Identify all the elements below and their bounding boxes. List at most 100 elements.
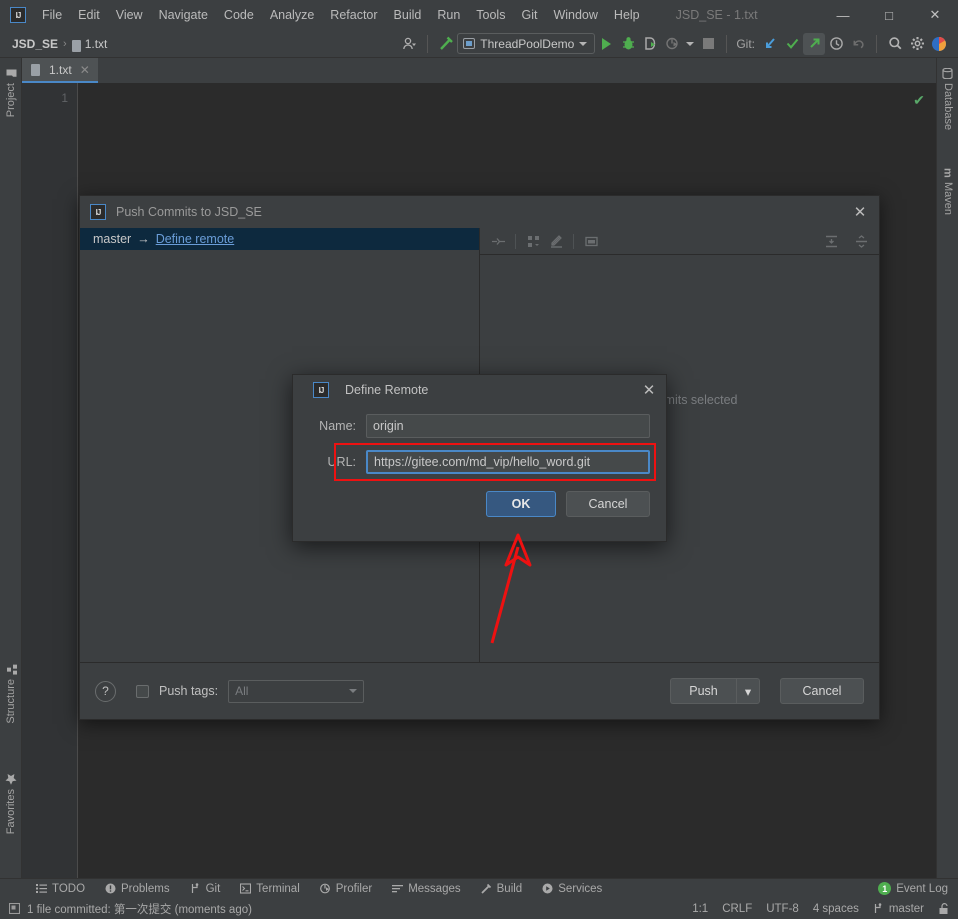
menu-help[interactable]: Help [606, 4, 648, 26]
indent-setting[interactable]: 4 spaces [813, 903, 859, 915]
database-icon [942, 67, 954, 80]
push-button[interactable]: Push [670, 678, 736, 704]
menu-build[interactable]: Build [386, 4, 430, 26]
define-remote-cancel-button[interactable]: Cancel [566, 491, 650, 517]
chevron-down-icon [349, 689, 358, 693]
profile-icon[interactable] [661, 33, 683, 55]
push-dialog-title-bar: IJ Push Commits to JSD_SE ✕ [80, 196, 879, 228]
sidebar-item-project[interactable]: Project [0, 64, 22, 121]
caret-position[interactable]: 1:1 [692, 903, 708, 915]
run-icon[interactable] [595, 33, 617, 55]
menu-edit[interactable]: Edit [70, 4, 108, 26]
push-cancel-button[interactable]: Cancel [780, 678, 864, 704]
editor-tab-1txt[interactable]: 1.txt ✕ [22, 58, 98, 83]
tool-window-label: Build [496, 882, 523, 895]
breadcrumb-project[interactable]: JSD_SE [12, 37, 58, 51]
editor-gutter: 1 [22, 83, 78, 878]
menu-refactor[interactable]: Refactor [322, 4, 385, 26]
run-config-label: ThreadPoolDemo [480, 36, 575, 51]
terminal-icon [240, 883, 252, 894]
settings-gear-icon[interactable] [906, 33, 928, 55]
search-everywhere-icon[interactable] [884, 33, 906, 55]
stop-icon [697, 33, 719, 55]
tool-window-terminal[interactable]: Terminal [230, 879, 309, 899]
git-toolbar-label: Git: [736, 36, 755, 51]
diff-toolbar [480, 228, 879, 255]
close-icon[interactable]: ✕ [849, 201, 871, 223]
menu-code[interactable]: Code [216, 4, 262, 26]
intellij-window: IJ File Edit View Navigate Code Analyze … [0, 0, 958, 919]
push-tags-value: All [235, 684, 249, 698]
remote-url-input[interactable]: https://gitee.com/md_vip/hello_word.git [366, 450, 650, 474]
push-tags-select[interactable]: All [228, 679, 365, 703]
debug-icon[interactable] [617, 33, 639, 55]
menu-git[interactable]: Git [513, 4, 545, 26]
menu-view[interactable]: View [108, 4, 151, 26]
file-icon [71, 39, 81, 52]
branch-source-label: master [93, 232, 132, 246]
profile-dropdown-icon[interactable] [683, 33, 697, 55]
close-icon[interactable]: ✕ [638, 379, 660, 401]
structure-icon [6, 664, 17, 676]
close-tab-icon[interactable]: ✕ [80, 63, 90, 77]
menu-run[interactable]: Run [429, 4, 468, 26]
history-icon[interactable] [825, 33, 847, 55]
tool-window-label: Services [558, 882, 603, 895]
event-log-button[interactable]: 1 Event Log [868, 879, 958, 899]
folder-icon [6, 68, 17, 79]
run-with-coverage-icon[interactable] [639, 33, 661, 55]
navigation-toolbar: JSD_SE › 1.txt ThreadPoolDemo Git: [0, 30, 958, 58]
tool-window-todo[interactable]: TODO [26, 879, 95, 899]
tool-window-profiler[interactable]: Profiler [310, 879, 382, 899]
breadcrumb-file[interactable]: 1.txt [85, 37, 108, 51]
menu-navigate[interactable]: Navigate [151, 4, 216, 26]
sidebar-item-database[interactable]: Database [937, 64, 958, 134]
status-message: 1 file committed: 第一次提交 (moments ago) [27, 903, 252, 916]
run-configuration-selector[interactable]: ThreadPoolDemo [457, 33, 596, 54]
git-push-icon[interactable] [803, 32, 825, 55]
tool-window-label: Profiler [335, 882, 373, 895]
menu-file[interactable]: File [34, 4, 70, 26]
help-button[interactable]: ? [95, 680, 116, 702]
account-icon[interactable] [928, 33, 950, 55]
menu-analyze[interactable]: Analyze [262, 4, 322, 26]
menu-window[interactable]: Window [545, 4, 605, 26]
unlocked-icon[interactable] [938, 903, 949, 914]
maximize-button[interactable]: □ [866, 0, 912, 30]
line-separator[interactable]: CRLF [722, 903, 752, 915]
ok-button[interactable]: OK [486, 491, 556, 517]
push-dropdown-button[interactable]: ▾ [736, 678, 760, 704]
push-tags-checkbox[interactable] [136, 684, 149, 698]
inspection-status-icon[interactable]: ✔ [910, 91, 928, 109]
sidebar-item-structure[interactable]: Structure [0, 660, 22, 728]
branch-row[interactable]: master → Define remote [80, 228, 479, 250]
app-logo-icon: IJ [10, 7, 26, 23]
run-config-icon [463, 38, 476, 49]
tool-window-problems[interactable]: Problems [95, 879, 180, 899]
define-remote-link[interactable]: Define remote [156, 232, 235, 246]
tool-window-services[interactable]: Services [532, 879, 612, 899]
push-tags-label: Push tags: [159, 684, 219, 698]
sidebar-item-favorites[interactable]: Favorites [0, 770, 22, 838]
tool-window-git[interactable]: Git [180, 879, 231, 899]
git-branch-widget[interactable]: master [873, 903, 924, 915]
minimize-button[interactable]: — [820, 0, 866, 30]
define-remote-dialog: IJ Define Remote ✕ Name: origin URL: htt… [292, 374, 667, 542]
left-tool-strip: Project Structure Favorites [0, 58, 22, 878]
remote-name-input[interactable]: origin [366, 414, 650, 438]
maven-icon: m [941, 167, 954, 178]
structure-label: Structure [5, 679, 17, 724]
tool-window-label: Problems [121, 882, 170, 895]
menu-tools[interactable]: Tools [468, 4, 513, 26]
tool-window-messages[interactable]: Messages [382, 879, 470, 899]
close-window-button[interactable]: ✕ [912, 0, 958, 30]
build-hammer-icon[interactable] [435, 33, 457, 55]
show-diff-icon [488, 231, 508, 251]
edit-icon [546, 231, 566, 251]
git-update-icon[interactable] [759, 33, 781, 55]
tool-window-build[interactable]: Build [471, 879, 533, 899]
user-profile-icon[interactable] [398, 33, 420, 55]
sidebar-item-maven[interactable]: m Maven [937, 163, 958, 219]
git-commit-icon[interactable] [781, 33, 803, 55]
file-encoding[interactable]: UTF-8 [766, 903, 799, 915]
